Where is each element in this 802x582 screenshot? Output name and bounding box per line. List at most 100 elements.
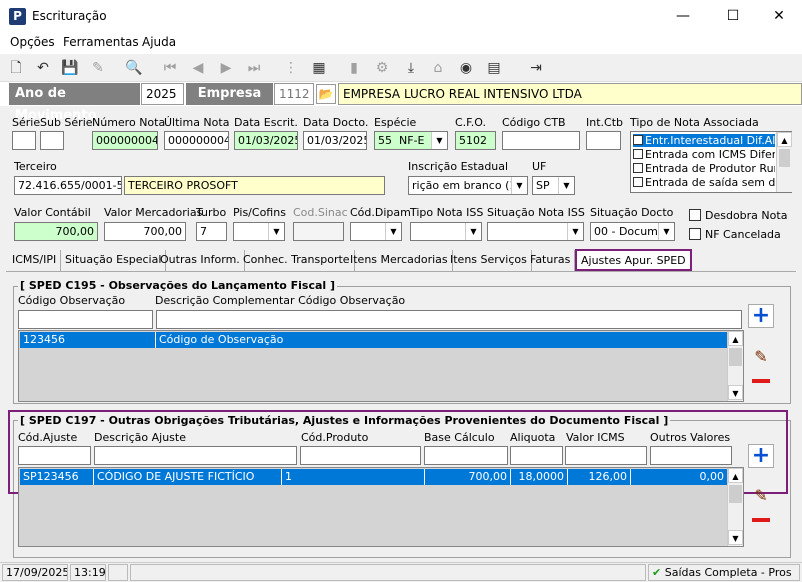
c197-grid[interactable]: SP123456 CÓDIGO DE AJUSTE FICTÍCIO 1 700… <box>18 467 744 547</box>
codigo-ctb-input[interactable] <box>502 131 580 150</box>
export-icon[interactable]: ⤓ <box>401 58 421 78</box>
last-record-icon[interactable]: ⏭ <box>244 58 264 78</box>
scroll-up-icon[interactable]: ▲ <box>728 468 743 483</box>
uf-select[interactable]: SP ▼ <box>532 176 575 195</box>
tipo-nota-item[interactable]: Entrada com ICMS Diferido <box>633 148 775 161</box>
edit-observacao-button[interactable]: ✎ <box>748 345 774 369</box>
tab-itens-servicos[interactable]: Itens Serviços <box>446 250 532 271</box>
checkbox-icon[interactable] <box>633 177 643 187</box>
chevron-down-icon[interactable]: ▼ <box>385 223 401 240</box>
table-row[interactable]: SP123456 CÓDIGO DE AJUSTE FICTÍCIO 1 700… <box>20 469 727 485</box>
cod-produto-input[interactable] <box>300 446 421 465</box>
first-record-icon[interactable]: ⏮ <box>160 58 180 78</box>
situacao-nota-iss-select[interactable]: ▼ <box>487 222 584 241</box>
chevron-down-icon[interactable]: ▼ <box>431 132 447 149</box>
table-row[interactable]: 123456 Código de Observação <box>20 332 727 348</box>
valor-mercadorias-input[interactable]: 700,00 <box>104 222 186 241</box>
tipo-nota-iss-select[interactable]: ▼ <box>410 222 482 241</box>
tab-outras-inform[interactable]: Outras Inform. <box>156 250 245 271</box>
chevron-down-icon[interactable]: ▼ <box>567 223 583 240</box>
descricao-complementar-input[interactable] <box>156 310 742 329</box>
inscricao-select[interactable]: rição em branco (1) ▼ <box>408 176 528 195</box>
tipo-nota-scrollbar[interactable]: ▲ <box>776 132 792 192</box>
codigo-observacao-input[interactable] <box>18 310 153 329</box>
close-icon[interactable]: ✕ <box>764 6 794 26</box>
tab-itens-mercadorias[interactable]: Itens Mercadorias <box>346 250 453 271</box>
menu-opcoes[interactable]: Opções <box>10 35 55 49</box>
especie-select[interactable]: 55 NF-E ▼ <box>374 131 448 150</box>
scroll-thumb[interactable] <box>779 149 790 167</box>
menu-ajuda[interactable]: Ajuda <box>142 35 176 49</box>
tipo-nota-item[interactable]: Entrada de saída sem débi <box>633 176 775 189</box>
exit-icon[interactable]: ⇥ <box>526 58 546 78</box>
checkbox-icon[interactable] <box>633 149 643 159</box>
next-record-icon[interactable]: ▶ <box>216 58 236 78</box>
outros-valores-input[interactable] <box>650 446 732 465</box>
home-icon[interactable]: ⌂ <box>428 58 448 78</box>
tipo-nota-item[interactable]: Entr.Interestadual Dif.Alíq <box>633 134 775 147</box>
aliquota-input[interactable] <box>510 446 563 465</box>
c195-scrollbar[interactable]: ▲ ▼ <box>727 331 743 401</box>
c195-grid[interactable]: 123456 Código de Observação ▲ ▼ <box>18 330 744 402</box>
scroll-up-icon[interactable]: ▲ <box>777 132 792 147</box>
print-preview-icon[interactable]: 🔍 <box>124 58 144 78</box>
add-ajuste-button[interactable]: + <box>748 444 774 468</box>
scroll-down-icon[interactable]: ▼ <box>728 530 743 545</box>
serie-input[interactable] <box>12 131 36 150</box>
scroll-thumb[interactable] <box>729 348 742 366</box>
data-docto-input[interactable]: 01/03/2025 <box>303 131 367 150</box>
scroll-up-icon[interactable]: ▲ <box>728 331 743 346</box>
tab-faturas[interactable]: Faturas <box>526 250 576 271</box>
chevron-down-icon[interactable]: ▼ <box>558 177 574 194</box>
open-folder-icon[interactable]: 📂 <box>316 84 336 104</box>
scroll-down-icon[interactable]: ▼ <box>728 385 743 400</box>
undo-icon[interactable]: ↶ <box>33 58 53 78</box>
chevron-down-icon[interactable]: ▼ <box>658 223 674 240</box>
tab-ajustes-apur-sped[interactable]: Ajustes Apur. SPED <box>575 249 692 271</box>
situacao-docto-select[interactable]: 00 - Documen ▼ <box>590 222 675 241</box>
edit-ajuste-button[interactable]: ✎ <box>748 484 774 508</box>
checkbox-icon[interactable] <box>633 135 643 145</box>
save-icon[interactable]: 💾 <box>60 58 80 78</box>
remove-ajuste-button[interactable] <box>748 508 774 532</box>
checkbox-icon[interactable] <box>633 163 643 173</box>
turbo-input[interactable]: 7 <box>196 222 227 241</box>
pis-cofins-select[interactable]: ▼ <box>233 222 285 241</box>
tab-icms-ipi[interactable]: ICMS/IPI <box>8 250 62 271</box>
cod-ajuste-input[interactable] <box>18 446 91 465</box>
descricao-ajuste-input[interactable] <box>94 446 297 465</box>
valor-contabil-input[interactable]: 700,00 <box>14 222 98 241</box>
valor-icms-input[interactable] <box>565 446 647 465</box>
tab-conhec-transporte[interactable]: Conhec. Transporte <box>239 250 355 271</box>
cib-icon[interactable]: ◉ <box>456 58 476 78</box>
int-ctb-input[interactable] <box>586 131 621 150</box>
c197-scrollbar[interactable]: ▲ ▼ <box>727 468 743 546</box>
terceiro-cnpj-input[interactable]: 72.416.655/0001-56 <box>14 176 122 195</box>
nf-cancelada-checkbox[interactable] <box>689 228 701 240</box>
data-escrit-input[interactable]: 01/03/2025 <box>234 131 298 150</box>
calculator-icon[interactable]: ▦ <box>309 58 329 78</box>
new-document-icon[interactable]: 🗋 <box>6 58 26 78</box>
numero-nota-input[interactable]: 0000000044 <box>92 131 158 150</box>
cod-sinac-input[interactable] <box>293 222 344 241</box>
add-observacao-button[interactable]: + <box>748 304 774 328</box>
sub-serie-input[interactable] <box>40 131 64 150</box>
chevron-down-icon[interactable]: ▼ <box>465 223 481 240</box>
report-icon[interactable]: ▤ <box>484 58 504 78</box>
cod-dipam-select[interactable]: ▼ <box>350 222 402 241</box>
gear-icon[interactable]: ⚙ <box>372 58 392 78</box>
maximize-icon[interactable]: ☐ <box>718 6 748 26</box>
tipo-nota-list[interactable]: Entr.Interestadual Dif.Alíq Entrada com … <box>630 131 792 193</box>
scroll-thumb[interactable] <box>729 485 742 503</box>
chevron-down-icon[interactable]: ▼ <box>268 223 284 240</box>
tab-situacao-especial[interactable]: Situação Especial <box>61 250 167 271</box>
year-field[interactable]: 2025 <box>141 83 184 105</box>
base-calculo-input[interactable] <box>424 446 508 465</box>
chevron-down-icon[interactable]: ▼ <box>511 177 527 194</box>
remove-observacao-button[interactable] <box>748 369 774 393</box>
menu-ferramentas[interactable]: Ferramentas <box>63 35 139 49</box>
delete-icon[interactable]: ✎ <box>88 58 108 78</box>
empresa-code-field[interactable]: 1112 <box>274 83 314 105</box>
tipo-nota-item[interactable]: Entrada de Produtor Rural <box>633 162 775 175</box>
desdobra-checkbox[interactable] <box>689 209 701 221</box>
